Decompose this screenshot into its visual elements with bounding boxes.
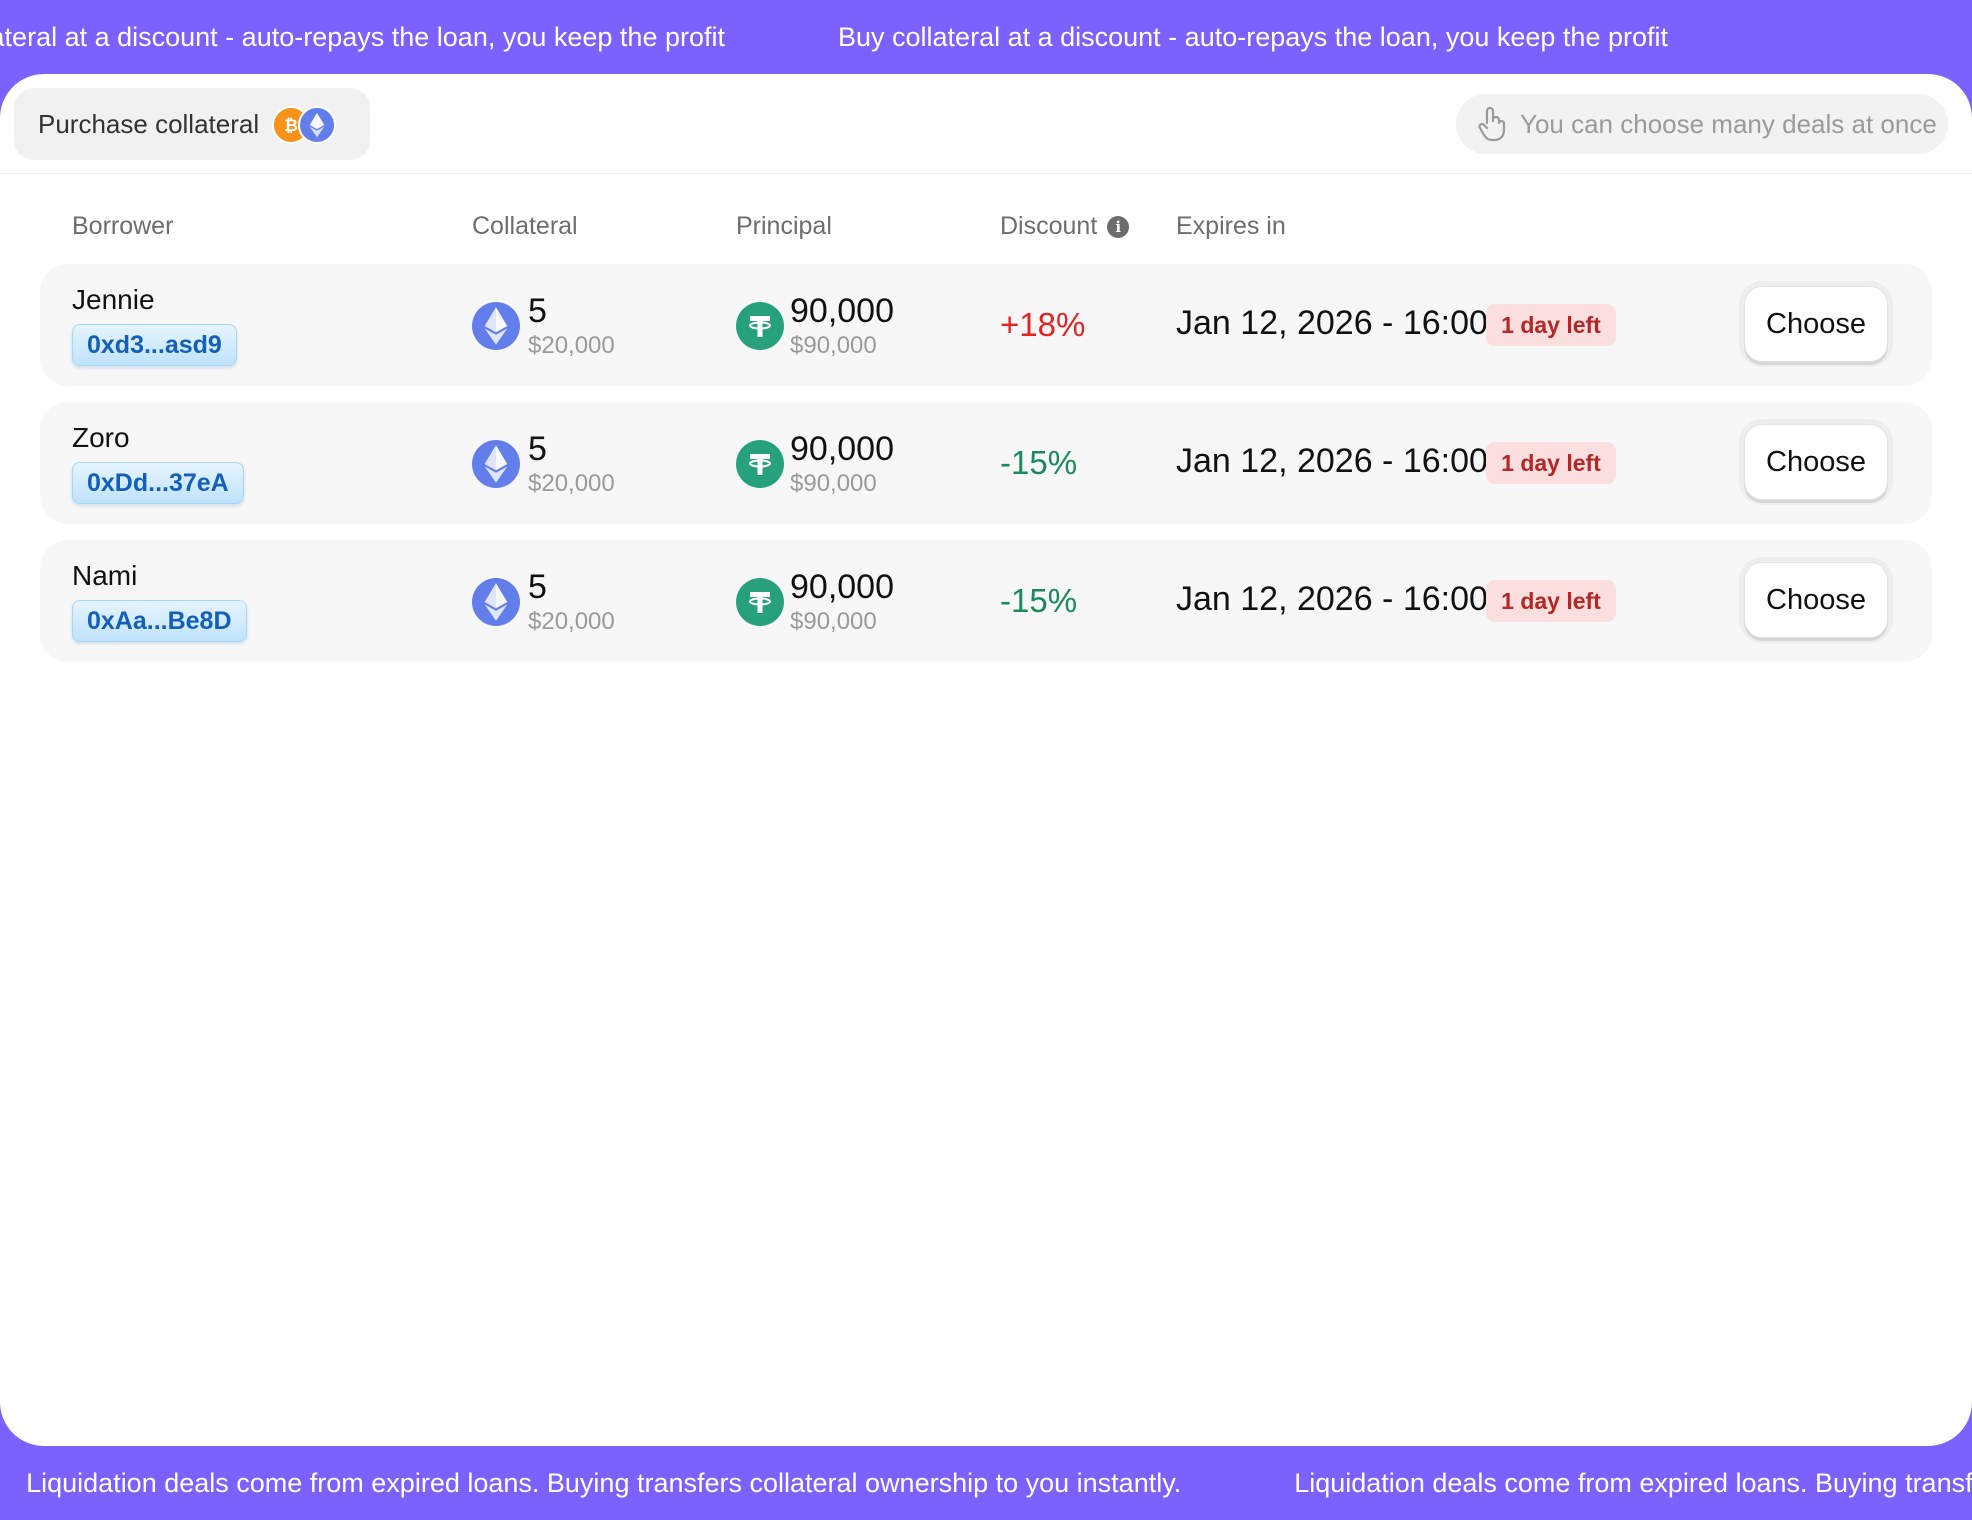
principal-amount: 90,000 — [790, 568, 894, 606]
purchase-collateral-label: Purchase collateral — [38, 108, 260, 139]
borrower-name: Nami — [72, 560, 138, 591]
ethereum-icon — [472, 440, 520, 488]
collateral-usd: $20,000 — [528, 332, 615, 359]
tether-icon — [736, 578, 784, 626]
principal-usd: $90,000 — [790, 332, 877, 359]
principal-usd: $90,000 — [790, 608, 877, 635]
time-left-badge: 1 day left — [1486, 580, 1616, 622]
header-discount: Discount i — [1000, 212, 1130, 241]
coin-stack: ₿ — [272, 106, 348, 146]
header-collateral: Collateral — [472, 212, 578, 240]
borrower-address[interactable]: 0xAa...Be8D — [72, 600, 247, 642]
choose-button[interactable]: Choose — [1744, 424, 1888, 500]
tether-icon — [736, 440, 784, 488]
discount-value: -15% — [1000, 582, 1078, 619]
table-row: Zoro 0xDd...37eA 5 $20,000 90,000 $90,00… — [40, 402, 1932, 524]
table-row: Nami 0xAa...Be8D 5 $20,000 90,000 $90,00… — [40, 540, 1932, 662]
header-expires: Expires in — [1176, 212, 1286, 240]
expiry-date: Jan 12, 2026 - 16:00 — [1176, 304, 1488, 342]
discount-value: +18% — [1000, 306, 1086, 343]
choose-button[interactable]: Choose — [1744, 562, 1888, 638]
header-principal: Principal — [736, 212, 832, 240]
bottom-banner-text: Liquidation deals come from expired loan… — [1294, 1467, 1972, 1498]
discount-value: -15% — [1000, 444, 1078, 481]
top-banner-text: Buy collateral at a discount - auto-repa… — [838, 21, 1668, 52]
ethereum-icon — [298, 106, 336, 144]
multi-select-hint-text: You can choose many deals at once — [1520, 108, 1937, 139]
time-left-badge: 1 day left — [1486, 442, 1616, 484]
principal-usd: $90,000 — [790, 470, 877, 497]
collateral-amount: 5 — [528, 568, 547, 606]
expiry-date: Jan 12, 2026 - 16:00 — [1176, 580, 1488, 618]
bottom-banner: Liquidation deals come from expired loan… — [0, 1446, 1972, 1520]
bottom-banner-text: Liquidation deals come from expired loan… — [26, 1467, 1182, 1498]
header-discount-label: Discount — [1000, 212, 1098, 240]
borrower-address[interactable]: 0xDd...37eA — [72, 462, 244, 504]
multi-select-hint: You can choose many deals at once — [1456, 94, 1948, 154]
ethereum-icon — [472, 302, 520, 350]
borrower-name: Jennie — [72, 284, 155, 315]
header-borrower: Borrower — [72, 212, 174, 240]
collateral-amount: 5 — [528, 430, 547, 468]
collateral-usd: $20,000 — [528, 470, 615, 497]
borrower-address[interactable]: 0xd3...asd9 — [72, 324, 237, 366]
time-left-badge: 1 day left — [1486, 304, 1616, 346]
choose-button[interactable]: Choose — [1744, 286, 1888, 362]
principal-amount: 90,000 — [790, 292, 894, 330]
top-banner-strip: Buy collateral at a discount - auto-repa… — [0, 0, 1781, 74]
borrower-name: Zoro — [72, 422, 130, 453]
tether-icon — [736, 302, 784, 350]
svg-text:₿: ₿ — [284, 116, 298, 136]
collateral-usd: $20,000 — [528, 608, 615, 635]
top-banner-text: Buy collateral at a discount - auto-repa… — [0, 21, 725, 52]
collateral-amount: 5 — [528, 292, 547, 330]
top-banner: Buy collateral at a discount - auto-repa… — [0, 0, 1972, 74]
hand-pointer-icon — [1478, 106, 1506, 142]
info-icon[interactable]: i — [1107, 215, 1130, 238]
principal-amount: 90,000 — [790, 430, 894, 468]
purchase-collateral-tab[interactable]: Purchase collateral ₿ — [14, 88, 370, 160]
bottom-banner-strip: Liquidation deals come from expired loan… — [0, 1446, 1972, 1520]
deals-panel: Purchase collateral ₿ You can choose man… — [0, 74, 1972, 1446]
ethereum-icon — [472, 578, 520, 626]
toolbar: Purchase collateral ₿ You can choose man… — [0, 74, 1972, 174]
table-row: Jennie 0xd3...asd9 5 $20,000 90,000 $90,… — [40, 264, 1932, 386]
expiry-date: Jan 12, 2026 - 16:00 — [1176, 442, 1488, 480]
